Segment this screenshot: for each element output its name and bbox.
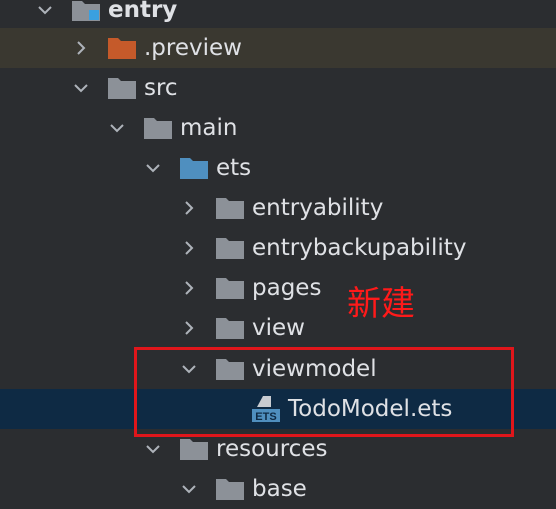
blue-source-folder-icon: [180, 157, 208, 179]
chevron-down-icon[interactable]: [71, 78, 91, 98]
module-folder-icon: [72, 0, 100, 21]
tree-item-label: entrybackupability: [252, 235, 467, 261]
tree-item-entrybackupability[interactable]: entrybackupability: [0, 228, 556, 268]
tree-item-entry[interactable]: entry: [0, 0, 556, 30]
tree-item-label: main: [180, 115, 238, 141]
folder-icon: [216, 317, 244, 339]
folder-icon: [180, 438, 208, 460]
tree-item-base[interactable]: base: [0, 469, 556, 509]
folder-icon: [216, 197, 244, 219]
folder-icon: [216, 237, 244, 259]
tree-item-src[interactable]: src: [0, 68, 556, 108]
folder-icon: [108, 77, 136, 99]
tree-item-entryability[interactable]: entryability: [0, 188, 556, 228]
tree-item-label: view: [252, 315, 305, 341]
chevron-right-icon[interactable]: [179, 278, 199, 298]
tree-item-label: pages: [252, 275, 322, 301]
orange-folder-icon: [108, 37, 136, 59]
tree-item-main[interactable]: main: [0, 108, 556, 148]
chevron-right-icon[interactable]: [71, 38, 91, 58]
chevron-right-icon[interactable]: [179, 238, 199, 258]
folder-icon: [144, 117, 172, 139]
chevron-right-icon[interactable]: [179, 198, 199, 218]
tree-item-label: entry: [108, 0, 178, 23]
chevron-right-icon[interactable]: [179, 318, 199, 338]
annotation-highlight-box: [134, 347, 514, 437]
folder-icon: [216, 277, 244, 299]
chevron-down-icon[interactable]: [35, 0, 55, 20]
tree-item-label: base: [252, 476, 307, 502]
tree-item-label: .preview: [144, 35, 242, 61]
chevron-down-icon[interactable]: [107, 118, 127, 138]
tree-item-label: src: [144, 75, 178, 101]
chevron-down-icon[interactable]: [179, 479, 199, 499]
tree-item-ets[interactable]: ets: [0, 148, 556, 188]
chevron-down-icon[interactable]: [143, 158, 163, 178]
tree-item-view[interactable]: view: [0, 308, 556, 348]
chevron-down-icon[interactable]: [143, 439, 163, 459]
tree-item-pages[interactable]: pages: [0, 268, 556, 308]
folder-icon: [216, 478, 244, 500]
tree-item-preview[interactable]: .preview: [0, 28, 556, 68]
tree-item-label: ets: [216, 155, 252, 181]
annotation-label: 新建: [347, 284, 415, 324]
tree-item-label: entryability: [252, 195, 384, 221]
